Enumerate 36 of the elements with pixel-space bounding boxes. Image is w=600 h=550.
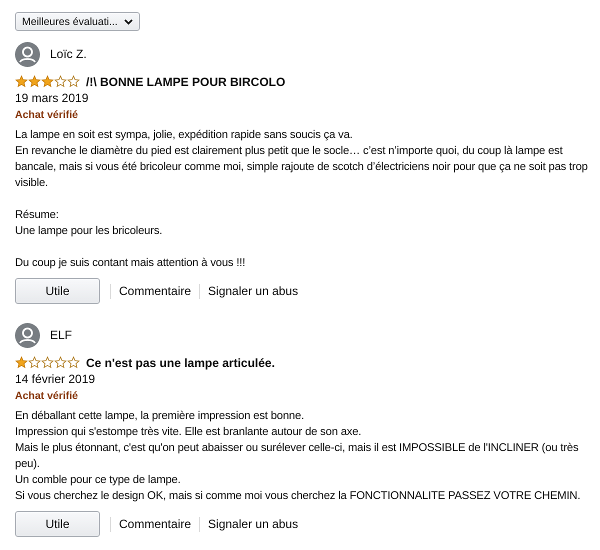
helpful-button[interactable]: Utile [15,511,100,537]
review-text: Si vous cherchez le design OK, mais si comme moi vous cherchez la FONCTIONNALITE PASSEZ VOTRE CHEMIN. [15,489,582,504]
review-text: La lampe en soit est sympa, jolie, expédition rapide sans soucis ça va. [15,128,354,143]
review-text: Du coup je suis contant mais attention à vous !!! [15,256,246,271]
report-abuse-link[interactable]: Signaler un abus [200,517,306,531]
avatar-icon [15,42,40,66]
review-date: 19 mars 2019 [15,90,90,107]
review-text: Résume: [15,208,60,223]
reviewer-name: ELF [50,328,72,342]
helpful-button[interactable]: Utile [15,278,100,304]
review-text: Impression qui s'estompe très vite. Elle est branlante autour de son axe. [15,425,362,440]
filled-star-icon [15,75,28,88]
verified-purchase-label: Achat vérifié [15,108,80,123]
review-text: Une lampe pour les bricoleurs. [15,224,164,239]
review-text: Mais le plus étonnant, c'est qu'on peut abaisser ou surélever celle-ci, mais il est IMPOSSIBLE de l'INCLINER (ou très peu). [15,441,580,472]
filled-star-icon [28,75,41,88]
chevron-down-icon [124,18,133,24]
review-title: Ce n'est pas une lampe articulée. [86,356,275,370]
report-abuse-link[interactable]: Signaler un abus [200,284,306,298]
reviewer-name: Loïc Z. [50,47,87,61]
review-title: /!\ BONNE LAMPE POUR BIRCOLO [86,74,286,88]
review-text: En revanche le diamètre du pied est clairement plus petit que le socle… c’est n’importe quoi, du coup là lampe est bancale, mais si vous été bricoleur comme moi, simple rajoute de scotch d’électriciens noir pour que ça ne soit pas trop visible. [15,144,589,191]
comment-link[interactable]: Commentaire [111,284,200,298]
comment-link[interactable]: Commentaire [111,517,200,531]
verified-purchase-label: Achat vérifié [15,389,80,404]
empty-star-icon [67,75,80,88]
review-text: En déballant cette lampe, la première impression est bonne. [15,409,306,424]
empty-star-icon [54,356,67,369]
empty-star-icon [41,356,54,369]
filled-star-icon [15,356,28,369]
filled-star-icon [41,75,54,88]
sort-dropdown[interactable]: Meilleures évaluati... [15,12,140,31]
empty-star-icon [67,356,80,369]
review-date: 14 février 2019 [15,371,96,388]
review-text: Un comble pour ce type de lampe. [15,473,182,488]
avatar-icon [15,322,40,348]
